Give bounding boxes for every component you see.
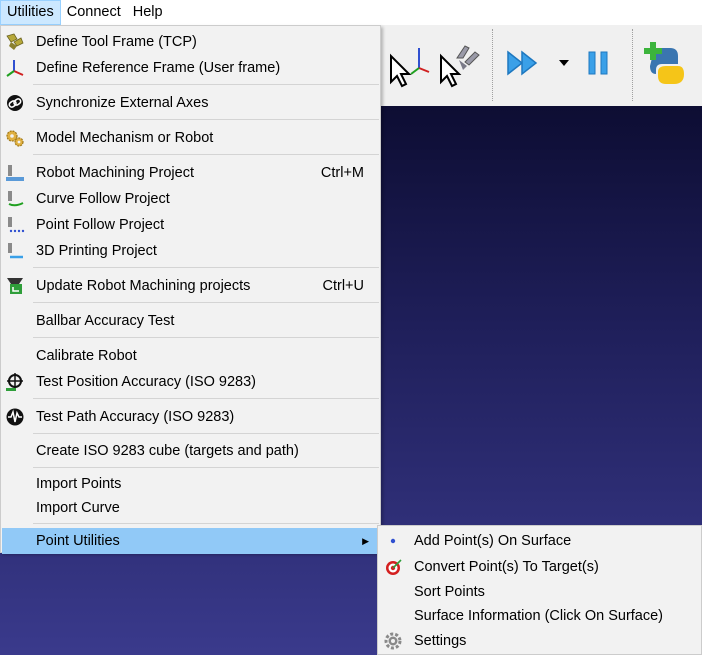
menu-item-define-reference-frame[interactable]: Define Reference Frame (User frame) — [2, 55, 379, 81]
menu-item-model-mechanism[interactable]: Model Mechanism or Robot — [2, 125, 379, 151]
menu-item-import-curve[interactable]: Import Curve — [2, 495, 379, 521]
reference-frame-icon — [6, 60, 24, 77]
crosshair-icon — [6, 373, 23, 391]
run-options-dropdown[interactable] — [552, 37, 576, 89]
gripper-icon — [6, 33, 24, 50]
menu-item-point-utilities[interactable]: Point Utilities ▶ — [2, 528, 379, 554]
menu-utilities[interactable]: Utilities — [0, 0, 61, 25]
python-add-icon — [644, 42, 684, 84]
menu-item-curve-follow-project[interactable]: Curve Follow Project — [2, 186, 379, 212]
link-icon — [7, 95, 23, 111]
submenu-item-sort-points[interactable]: Sort Points — [379, 580, 701, 604]
shortcut-text: Ctrl+M — [320, 165, 364, 181]
submenu-item-surface-information[interactable]: Surface Information (Click On Surface) — [379, 604, 701, 628]
toolbar — [380, 25, 702, 107]
submenu-arrow-icon: ▶ — [362, 536, 369, 546]
chevron-down-icon — [559, 60, 569, 66]
menu-item-test-path-accuracy[interactable]: Test Path Accuracy (ISO 9283) — [2, 404, 379, 430]
3d-printing-icon — [8, 243, 23, 259]
select-tool-button[interactable] — [434, 37, 482, 89]
gear-icon — [384, 632, 402, 650]
add-python-program-button[interactable] — [640, 37, 688, 89]
shortcut-text: Ctrl+U — [322, 278, 365, 294]
menu-item-3d-printing-project[interactable]: 3D Printing Project — [2, 238, 379, 264]
update-machining-icon — [7, 278, 23, 294]
menu-item-point-follow-project[interactable]: Point Follow Project — [2, 212, 379, 238]
point-dot-icon — [390, 538, 396, 544]
pause-button[interactable] — [578, 37, 618, 89]
machining-icon — [6, 165, 24, 181]
menu-bar: Utilities Connect Help — [0, 0, 702, 25]
run-program-button[interactable] — [504, 37, 544, 89]
menu-connect[interactable]: Connect — [61, 0, 127, 25]
utilities-menu: Define Tool Frame (TCP) Define Reference… — [0, 25, 381, 554]
curve-follow-icon — [8, 191, 24, 207]
point-utilities-submenu: Add Point(s) On Surface Convert Point(s)… — [377, 525, 702, 655]
menu-item-robot-machining-project[interactable]: Robot Machining Project Ctrl+M — [2, 160, 379, 186]
gears-icon — [6, 130, 24, 147]
path-wave-icon — [6, 408, 24, 426]
select-frame-button[interactable] — [384, 37, 432, 89]
menu-item-calibrate-robot[interactable]: Calibrate Robot — [2, 343, 379, 369]
menu-item-test-position-accuracy[interactable]: Test Position Accuracy (ISO 9283) — [2, 369, 379, 395]
fast-forward-icon — [507, 50, 538, 76]
menu-item-sync-external-axes[interactable]: Synchronize External Axes — [2, 90, 379, 116]
menu-help[interactable]: Help — [127, 0, 169, 25]
submenu-item-settings[interactable]: Settings — [379, 629, 701, 653]
menu-item-ballbar-accuracy-test[interactable]: Ballbar Accuracy Test — [2, 308, 379, 334]
menu-item-update-robot-machining[interactable]: Update Robot Machining projects Ctrl+U — [2, 273, 379, 299]
select-tool-icon — [440, 45, 480, 88]
menu-item-create-iso-cube[interactable]: Create ISO 9283 cube (targets and path) — [2, 438, 379, 464]
point-follow-icon — [8, 217, 25, 233]
menu-item-import-points[interactable]: Import Points — [2, 471, 379, 497]
pause-icon — [588, 51, 608, 75]
menu-item-define-tcp[interactable]: Define Tool Frame (TCP) — [2, 29, 379, 55]
select-frame-icon — [390, 48, 430, 88]
submenu-item-convert-points[interactable]: Convert Point(s) To Target(s) — [379, 555, 701, 579]
submenu-item-add-points[interactable]: Add Point(s) On Surface — [379, 529, 701, 553]
target-icon — [386, 559, 402, 575]
